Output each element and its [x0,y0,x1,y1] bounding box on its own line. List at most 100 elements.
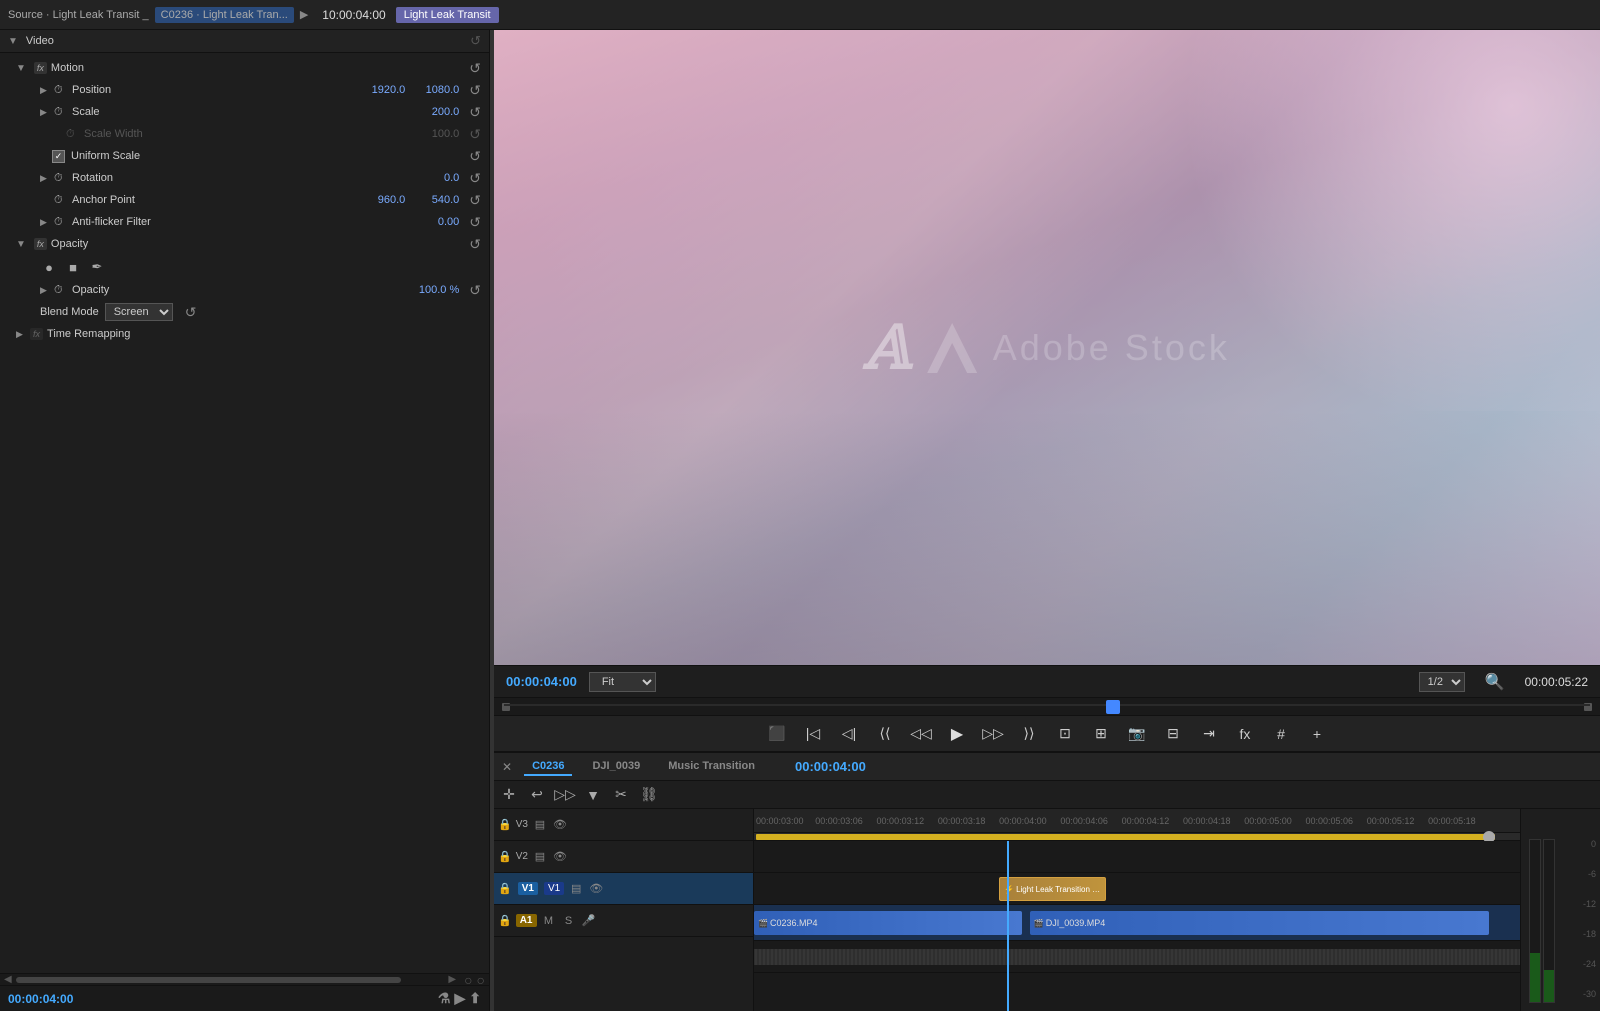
v3-lock-icon[interactable]: 🔒 [498,818,512,831]
scale-reset[interactable]: ↺ [469,104,481,121]
ap-reset[interactable]: ↺ [469,192,481,209]
v1-lock-icon[interactable]: 🔒 [498,882,512,895]
blend-mode-select[interactable]: Screen Normal Multiply Overlay [105,303,173,321]
motion-reset[interactable]: ↺ [469,60,481,77]
tooltip-label: Light Leak Transit [396,7,499,23]
opacity-collapse[interactable]: ▼ [16,239,26,250]
pen-icon[interactable]: ✒ [88,258,106,276]
opacity-reset[interactable]: ↺ [469,282,481,299]
opacity-section-reset[interactable]: ↺ [469,236,481,253]
af-expand[interactable]: ▶ [40,217,50,228]
funnel-icon[interactable]: ⚗ [438,990,451,1007]
opacity-expand[interactable]: ▶ [40,285,50,296]
circle-icon[interactable]: ● [40,258,58,276]
v1-eye-icon[interactable]: 👁 [588,881,604,897]
fit-selector[interactable]: Fit 25% 50% 100% [589,672,656,692]
v3-eye-icon[interactable]: 👁 [552,817,568,833]
track-select-tool[interactable]: ▷▷ [554,784,576,806]
work-area-range[interactable] [756,834,1495,840]
scroll-right-arrow[interactable]: ▶ [448,974,456,985]
marker-tool[interactable]: ▼ [582,784,604,806]
opacity-section-row[interactable]: ▼ fx Opacity ↺ [0,233,489,255]
motion-row[interactable]: ▼ fx Motion ↺ [0,57,489,79]
zoom-icon[interactable]: 🔍 [1485,672,1505,692]
step-back-button[interactable]: ◁◁ [907,720,935,748]
light-leak-clip[interactable]: ⚡ Light Leak Transition - 4K Professiona… [999,877,1106,901]
anchor-x[interactable]: 960.0 [355,194,405,206]
blend-reset[interactable]: ↺ [185,304,197,321]
square-icon[interactable]: ■ [64,258,82,276]
anchor-y[interactable]: 540.0 [409,194,459,206]
motion-collapse[interactable]: ▼ [16,63,26,74]
page-selector[interactable]: 1/2 2/2 [1419,672,1465,692]
ruler-bar[interactable]: 00:00:03:00 00:00:03:06 00:00:03:12 00:0… [754,809,1520,833]
grid-button[interactable]: # [1267,720,1295,748]
clip-selector[interactable]: C0236 · Light Leak Tran... [155,7,294,23]
tr-expand[interactable]: ▶ [16,329,26,340]
play-button[interactable]: ▶ [943,720,971,748]
uniform-scale-checkbox[interactable]: ✓ [52,150,65,163]
anchor-point-label: Anchor Point [72,194,351,206]
timeline-close-button[interactable]: ✕ [502,760,512,774]
anchor-point-row: ⏱ Anchor Point 960.0 540.0 ↺ [0,189,489,211]
time-remapping-row[interactable]: ▶ fx Time Remapping [0,323,489,345]
step-forward-button[interactable]: ▷▷ [979,720,1007,748]
mark-in-button[interactable]: ⬛ [763,720,791,748]
scrubber-playhead-handle[interactable] [1106,700,1120,714]
export-frame-button[interactable]: 📷 [1123,720,1151,748]
track-v1-label-row: 🔒 V1 V1 ▤ 👁 [494,873,753,905]
v2-lock-icon[interactable]: 🔒 [498,850,512,863]
add-button[interactable]: + [1303,720,1331,748]
go-to-out-button[interactable]: ⟩⟩ [1015,720,1043,748]
next-frame-button[interactable]: ◁| [835,720,863,748]
effects-button[interactable]: fx [1231,720,1259,748]
undo-tool[interactable]: ↩ [526,784,548,806]
razor-tool[interactable]: ✂ [610,784,632,806]
a1-m-btn[interactable]: M [541,913,557,929]
prev-frame-button[interactable]: |◁ [799,720,827,748]
uniform-scale-reset[interactable]: ↺ [469,148,481,165]
dji0039-clip[interactable]: 🎬 DJI_0039.MP4 [1030,911,1490,935]
go-to-in-button[interactable]: ⟨⟨ [871,720,899,748]
a1-s-btn[interactable]: S [561,913,577,929]
position-x[interactable]: 1920.0 [355,84,405,96]
overwrite-button[interactable]: ⊞ [1087,720,1115,748]
export-icon[interactable]: ⬆ [469,990,481,1007]
rotation-value[interactable]: 0.0 [409,172,459,184]
link-tool[interactable]: ⛓ [638,784,660,806]
af-reset[interactable]: ↺ [469,214,481,231]
tab-music-transition[interactable]: Music Transition [660,758,763,776]
v1-nested-icon[interactable]: ▤ [568,881,584,897]
video-reset[interactable]: ↺ [470,33,481,49]
selection-tool[interactable]: ✛ [498,784,520,806]
position-reset[interactable]: ↺ [469,82,481,99]
insert-button[interactable]: ⊡ [1051,720,1079,748]
rotation-reset[interactable]: ↺ [469,170,481,187]
tab-dji0039[interactable]: DJI_0039 [584,758,648,776]
forward-icon[interactable]: ▶ [454,990,465,1007]
playback-controls: ⬛ |◁ ◁| ⟨⟨ ◁◁ ▶ ▷▷ ⟩⟩ ⊡ ⊞ 📷 ⊟ ⇥ fx # + [494,715,1600,751]
scale-expand[interactable]: ▶ [40,107,50,118]
tab-c0236[interactable]: C0236 [524,758,572,776]
extract-button[interactable]: ⇥ [1195,720,1223,748]
c0236-clip[interactable]: 🎬 C0236.MP4 [754,911,1022,935]
lift-button[interactable]: ⊟ [1159,720,1187,748]
rotation-expand[interactable]: ▶ [40,173,50,184]
scale-label: Scale [72,106,405,118]
position-expand[interactable]: ▶ [40,85,50,96]
scroll-left-arrow[interactable]: ◀ [4,974,12,985]
v3-nested-icon[interactable]: ▤ [532,817,548,833]
v2-nested-icon[interactable]: ▤ [532,849,548,865]
v2-eye-icon[interactable]: 👁 [552,849,568,865]
effect-controls-scrollbar[interactable]: ◀ ▶ ○ ○ [0,973,489,985]
mini-scrubber[interactable] [494,697,1600,715]
anti-flicker-value[interactable]: 0.00 [409,216,459,228]
video-collapse[interactable]: ▼ [8,36,18,47]
a1-lock-icon[interactable]: 🔒 [498,914,512,927]
position-y[interactable]: 1080.0 [409,84,459,96]
effect-controls-panel: ▼ Video ↺ ▼ fx Motion ↺ ▶ ⏱ Position 192… [0,30,490,1011]
a1-mic-icon[interactable]: 🎤 [581,913,597,929]
preview-timecode: 00:00:04:00 [506,674,577,689]
scale-value[interactable]: 200.0 [409,106,459,118]
opacity-value[interactable]: 100.0 % [409,284,459,296]
